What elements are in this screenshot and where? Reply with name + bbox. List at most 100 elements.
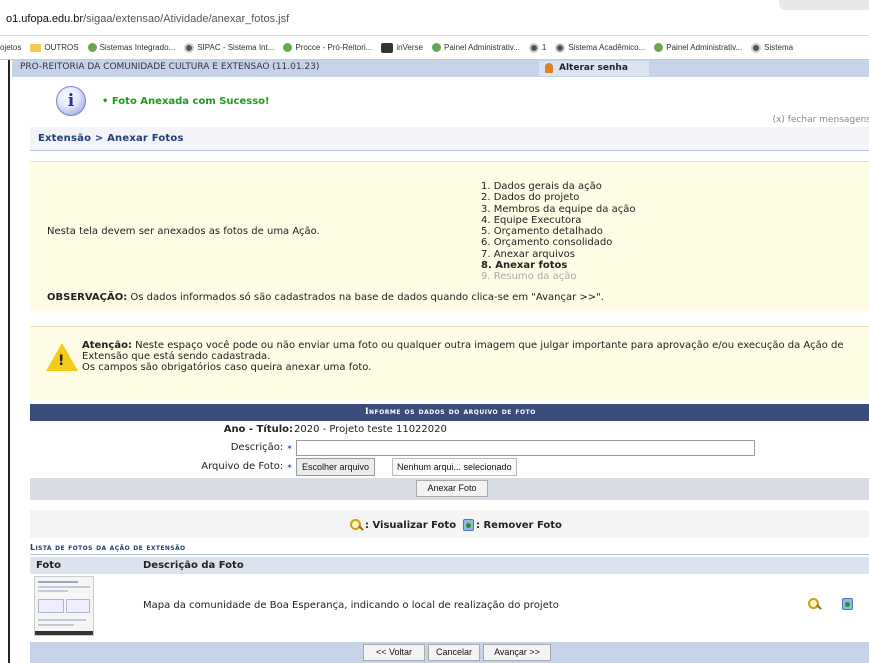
bookmark-item[interactable]: Sistema Acadêmico... [555,36,646,59]
bookmark-item[interactable]: Painel Administrativ... [432,36,520,59]
cancel-button[interactable]: Cancelar [428,644,480,661]
globe-icon [184,42,195,53]
bookmark-label: Sistemas Integrado... [99,43,176,52]
bookmark-label: SIPAC - Sistema Int... [197,43,275,52]
trash-icon [463,519,474,531]
required-icon: ✶ [286,443,293,452]
bookmark-label: Painel Administrativ... [666,43,743,52]
attention-line2: Os campos são obrigatórios caso queira a… [82,362,372,373]
ano-titulo-row: Ano - Título: 2020 - Projeto teste 11022… [30,421,869,440]
bookmark-item[interactable]: Procce - Pró-Reitori... [283,36,373,59]
warning-mark: ! [58,353,65,369]
photo-thumbnail[interactable] [34,576,94,636]
descricao-label: Descrição: ✶ [231,442,293,453]
icon-legend: : Visualizar Foto : Remover Foto [30,510,869,538]
breadcrumb: Extensão > Anexar Fotos [30,127,869,151]
change-password-label: Alterar senha [559,63,628,73]
remove-photo-icon[interactable] [842,598,853,610]
bookmark-item[interactable]: SIPAC - Sistema Int... [184,36,275,59]
ano-titulo-label: Ano - Título: [224,424,293,435]
sigaa-page: PRO-REITORIA DA COMUNIDADE CULTURA E EXT… [8,60,869,663]
photo-description: Mapa da comunidade de Boa Esperança, ind… [143,600,559,611]
close-messages-link[interactable]: (x) fechar mensagens [773,115,869,125]
globe-icon [751,42,762,53]
browser-tab-edge [779,0,869,10]
success-message-text: • Foto Anexada com Sucesso! [102,96,270,107]
wizard-step: 6. Orçamento consolidado [481,237,613,249]
descricao-row: Descrição: ✶ [30,439,869,458]
wizard-step: 4. Equipe Executora [481,214,582,226]
bookmark-label: Procce - Pró-Reitori... [295,43,373,52]
instructions-text: Nesta tela devem ser anexados as fotos d… [47,226,320,237]
site-icon [283,43,293,53]
wizard-step: 1. Dados gerais da ação [481,181,602,192]
magnifier-icon [350,519,363,531]
globe-icon [555,42,566,53]
wizard-step: 8. Anexar fotos [481,260,568,272]
bookmark-label: Painel Administrativ... [444,43,520,52]
observation-text: Os dados informados só são cadastrados n… [127,292,604,303]
browser-address-bar[interactable]: o1.ufopa.edu.br/sigaa/extensao/Atividade… [0,0,869,36]
url-host: o1.ufopa.edu.br [6,13,84,25]
choose-file-button[interactable]: Escolher arquivo [296,458,376,476]
arquivo-row: Arquivo de Foto: ✶ Escolher arquivo Nenhu… [30,458,869,477]
instructions-panel: Nesta tela devem ser anexados as fotos d… [30,161,869,311]
observation-note: OBSERVAÇÃO: Os dados informados só são c… [47,292,604,303]
descricao-input[interactable] [296,440,755,456]
wizard-step: 5. Orçamento detalhado [481,226,603,238]
bookmarks-bar: ojetos OUTROS Sistemas Integrado... SIPAC -… [0,36,869,60]
no-file-selected: Nenhum arqui... selecionado [392,458,517,476]
unit-name: PRO-REITORIA DA COMUNIDADE CULTURA E EXT… [20,62,320,72]
wizard-step: 2. Dados do projeto [481,192,580,204]
descricao-label-text: Descrição: [230,442,284,453]
ano-titulo-value: 2020 - Projeto teste 11022020 [294,424,447,435]
success-message: i • Foto Anexada com Sucesso! (x) fechar… [30,77,869,127]
url-path: /sigaa/extensao/Atividade/anexar_fotos.j… [83,13,290,25]
col-photo-header: Foto [36,560,61,571]
bookmark-label: 1 [541,43,547,52]
bookmark-item[interactable]: OUTROS [30,36,79,59]
attention-panel: ! Atenção: Neste espaço você pode ou não… [30,326,869,400]
form-title: Informe os dados do arquivo de foto [30,404,869,421]
wizard-step: 7. Anexar arquivos [481,248,575,260]
site-icon [654,43,664,53]
site-icon [432,43,441,53]
attach-photo-button[interactable]: Anexar Foto [416,480,488,497]
bookmark-label: Sistema [764,43,794,52]
wizard-step: 3. Membros da equipe da ação [481,203,636,215]
photo-list-title: Lista de fotos da ação de extensão [30,543,869,555]
bookmark-item[interactable]: inVerse [381,36,423,59]
navigation-row: << Voltar Cancelar Avançar >> [30,642,869,663]
bookmark-item[interactable]: Sistemas Integrado... [87,36,176,59]
bookmark-item[interactable]: 1 [528,36,547,59]
attention-label: Atenção: [82,340,132,351]
change-password-link[interactable]: Alterar senha [539,61,649,76]
next-button[interactable]: Avançar >> [483,644,551,661]
arquivo-label: Arquivo de Foto: ✶ [201,461,293,472]
back-button[interactable]: << Voltar [363,644,425,661]
app-icon [381,42,394,53]
folder-icon [30,43,42,52]
legend-view-text: : Visualizar Foto [365,520,457,531]
site-icon [87,43,97,53]
bookmark-label: OUTROS [44,43,79,52]
legend-view: : Visualizar Foto [350,519,456,531]
url-text[interactable]: o1.ufopa.edu.br/sigaa/extensao/Atividade… [6,13,289,25]
view-photo-icon[interactable] [808,598,821,610]
submit-row: Anexar Foto [30,478,869,500]
globe-icon [528,42,539,53]
wizard-step: 9. Resumo da ação [481,271,577,283]
bookmark-item[interactable]: Sistema [751,36,794,59]
wizard-steps: 1. Dados gerais da ação 2. Dados do proje… [481,181,635,283]
bookmark-item[interactable]: Painel Administrativ... [654,36,743,59]
bookmark-label: inVerse [396,43,423,52]
ano-titulo-label-text: Ano - Título: [223,424,293,435]
key-icon [545,62,553,73]
arquivo-label-text: Arquivo de Foto: [201,461,284,472]
table-row: Mapa da comunidade de Boa Esperança, ind… [30,574,869,638]
bookmark-item[interactable]: ojetos [0,36,21,59]
bookmark-label: Sistema Acadêmico... [568,43,646,52]
legend-remove-text: : Remover Foto [476,520,562,531]
attention-text: Atenção: Neste espaço você pode ou não e… [82,340,867,373]
observation-label: OBSERVAÇÃO: [47,292,128,303]
